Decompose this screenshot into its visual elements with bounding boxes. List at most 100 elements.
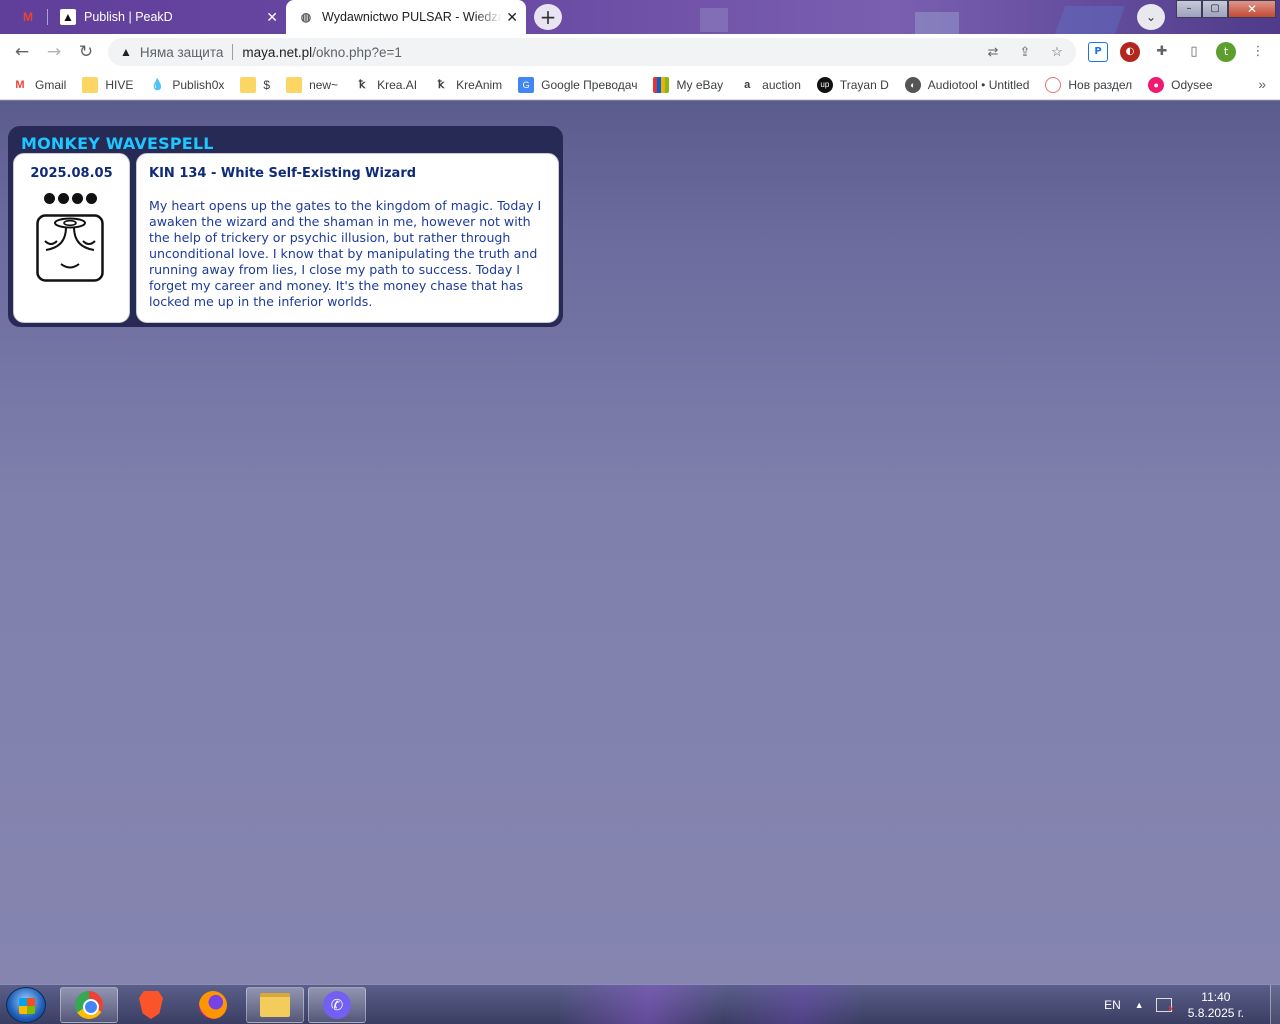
bookmark-new-section[interactable]: Нов раздел xyxy=(1045,76,1133,93)
tone-dot xyxy=(58,193,69,204)
clock-time: 11:40 xyxy=(1201,990,1231,1004)
taskbar-firefox[interactable] xyxy=(184,987,242,1023)
bookmark-label: Audiotool • Untitled xyxy=(927,77,1030,92)
omnibox-actions: ⇄ ⇪ ☆ xyxy=(984,43,1066,61)
bookmark-label: Krea.AI xyxy=(377,77,418,92)
bookmark-label: Google Преводач xyxy=(541,77,638,92)
minimize-button[interactable]: – xyxy=(1176,0,1202,18)
bookmark-label: Publish0x xyxy=(172,77,225,92)
url-path[interactable]: /okno.php?e=1 xyxy=(312,45,402,60)
browser-toolbar: ← → ↻ ▲ Няма защита maya.net.pl/okno.php… xyxy=(0,34,1280,70)
peakd-extension-icon[interactable]: P xyxy=(1088,42,1108,62)
taskbar-viber[interactable]: ✆ xyxy=(308,987,366,1023)
show-hidden-icons-button[interactable]: ▲ xyxy=(1135,1000,1144,1010)
bookmark-auction[interactable]: a auction xyxy=(739,77,801,93)
publish0x-icon: 💧 xyxy=(150,78,165,91)
odysee-icon: ● xyxy=(1148,76,1165,93)
krea-icon: ꝁ xyxy=(358,78,366,91)
ebay-icon xyxy=(653,76,670,93)
wallpaper-decoration xyxy=(560,985,860,1024)
firefox-icon xyxy=(199,991,227,1019)
wizard-glyph-icon xyxy=(36,214,104,282)
gmail-icon: M xyxy=(23,10,33,24)
kin-title: KIN 134 - White Self-Existing Wizard xyxy=(149,166,417,181)
bookmark-krea-ai[interactable]: ꝁ Krea.AI xyxy=(354,77,417,93)
menu-kebab-icon[interactable]: ⋮ xyxy=(1248,42,1268,62)
start-button[interactable] xyxy=(6,987,46,1023)
puzzle-icon[interactable]: ✚ xyxy=(1152,42,1172,62)
system-tray: EN ▲ 11:40 5.8.2025 г. xyxy=(1104,985,1280,1024)
address-bar[interactable]: ▲ Няма защита maya.net.pl/okno.php?e=1 ⇄… xyxy=(108,38,1076,66)
windows-taskbar: ✆ EN ▲ 11:40 5.8.2025 г. xyxy=(0,984,1280,1024)
profile-avatar[interactable]: t xyxy=(1216,42,1236,62)
new-tab-button[interactable]: + xyxy=(534,4,562,30)
wallpaper-decoration xyxy=(1054,6,1126,34)
divider xyxy=(232,44,234,60)
extensions-area: P ◐ ✚ ▯ t ⋮ xyxy=(1088,42,1268,62)
bookmark-label: KreAnim xyxy=(456,77,503,92)
translate-icon[interactable]: ⇄ xyxy=(984,43,1002,61)
folder-icon xyxy=(240,76,257,93)
bookmark-audiotool[interactable]: ◐ Audiotool • Untitled xyxy=(904,76,1030,93)
bookmark-my-ebay[interactable]: My eBay xyxy=(653,76,723,93)
new-section-icon xyxy=(1045,76,1062,93)
security-label[interactable]: Няма защита xyxy=(140,45,224,60)
globe-icon: ◍ xyxy=(300,10,312,24)
kin-date: 2025.08.05 xyxy=(30,166,113,181)
taskbar-brave[interactable] xyxy=(122,987,180,1023)
tab-gmail[interactable]: M xyxy=(8,0,48,34)
viber-icon: ✆ xyxy=(323,991,351,1019)
bookmark-publish0x[interactable]: 💧 Publish0x xyxy=(149,77,225,93)
bookmark-label: Odysee xyxy=(1171,77,1213,92)
bookmark-dollar[interactable]: $ xyxy=(240,76,270,93)
tab-search-button[interactable]: ⌄ xyxy=(1137,4,1165,30)
wallpaper-decoration xyxy=(915,12,959,34)
warning-icon[interactable]: ▲ xyxy=(120,45,132,59)
side-panel-icon[interactable]: ▯ xyxy=(1184,42,1204,62)
bookmark-hive[interactable]: HIVE xyxy=(82,76,134,93)
maximize-button[interactable]: ▢ xyxy=(1202,0,1228,18)
tone-dot xyxy=(44,193,55,204)
extension-icon[interactable]: ◐ xyxy=(1120,42,1140,62)
krea-icon: ꝁ xyxy=(437,78,445,91)
chrome-icon xyxy=(75,991,103,1019)
tab-pulsar[interactable]: ◍ Wydawnictwo PULSAR - Wiedza ✕ xyxy=(286,0,526,34)
reload-button[interactable]: ↻ xyxy=(76,42,96,62)
taskbar-file-explorer[interactable] xyxy=(246,987,304,1023)
url-host[interactable]: maya.net.pl xyxy=(242,45,312,60)
upwork-icon: up xyxy=(816,76,833,93)
close-window-button[interactable]: ✕ xyxy=(1228,0,1276,18)
clock[interactable]: 11:40 5.8.2025 г. xyxy=(1188,989,1244,1021)
show-desktop-button[interactable] xyxy=(1270,985,1280,1024)
action-center-flag-icon[interactable] xyxy=(1155,998,1175,1015)
bookmark-label: HIVE xyxy=(105,77,134,92)
close-tab-icon[interactable]: ✕ xyxy=(266,9,278,26)
taskbar-chrome[interactable] xyxy=(60,987,118,1023)
gmail-icon: M xyxy=(15,78,25,91)
window-controls: – ▢ ✕ xyxy=(1176,0,1276,18)
bookmark-gmail[interactable]: M Gmail xyxy=(12,77,66,93)
tab-title: Wydawnictwo PULSAR - Wiedza xyxy=(322,10,502,24)
tone-dot xyxy=(86,193,97,204)
bookmark-label: new~ xyxy=(309,77,339,92)
tab-peakd[interactable]: ▲ Publish | PeakD ✕ xyxy=(50,0,286,34)
bookmark-google-translate[interactable]: G Google Преводач xyxy=(518,76,638,93)
folder-icon xyxy=(82,76,99,93)
language-indicator[interactable]: EN xyxy=(1104,998,1121,1012)
bookmark-trayan-d[interactable]: up Trayan D xyxy=(816,76,889,93)
back-button[interactable]: ← xyxy=(12,42,32,62)
share-icon[interactable]: ⇪ xyxy=(1016,43,1034,61)
google-translate-icon: G xyxy=(518,76,535,93)
bookmarks-overflow-button[interactable]: » xyxy=(1258,76,1266,92)
bookmark-label: Gmail xyxy=(35,77,67,92)
bookmark-label: auction xyxy=(762,77,801,92)
tone-dot xyxy=(72,193,83,204)
bookmark-odysee[interactable]: ● Odysee xyxy=(1148,76,1213,93)
bookmark-kreanim[interactable]: ꝁ KreAnim xyxy=(433,77,502,93)
bookmark-star-icon[interactable]: ☆ xyxy=(1048,43,1066,61)
close-tab-icon[interactable]: ✕ xyxy=(506,9,518,26)
clock-date: 5.8.2025 г. xyxy=(1187,1006,1244,1020)
forward-button[interactable]: → xyxy=(44,42,64,62)
bookmark-label: Нов раздел xyxy=(1068,77,1133,92)
bookmark-new[interactable]: new~ xyxy=(286,76,339,93)
